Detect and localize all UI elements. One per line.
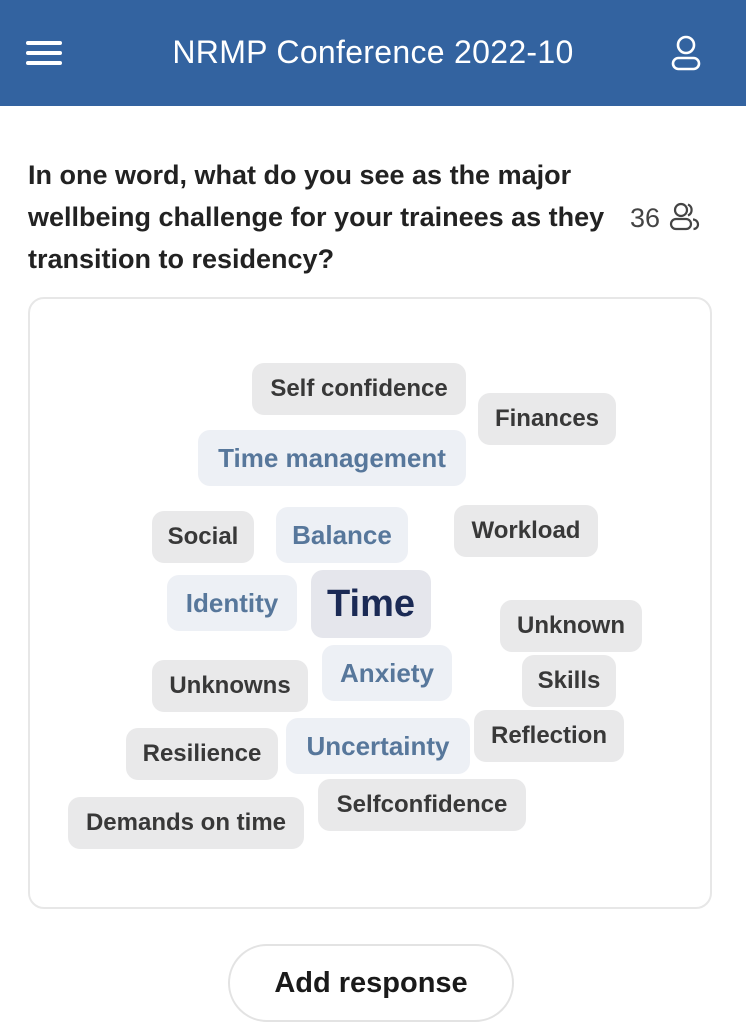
word-cloud-tag: Uncertainty [286,718,470,774]
word-cloud-tag: Time management [198,430,466,486]
word-cloud-tag: Balance [276,507,408,563]
hamburger-menu-icon[interactable] [26,38,62,68]
word-cloud-tag: Reflection [474,710,624,762]
word-cloud-tag: Self confidence [252,363,466,415]
word-cloud-tag: Workload [454,505,598,557]
participant-counter: 36 [630,198,702,238]
app-title: NRMP Conference 2022-10 [172,34,574,70]
word-cloud-tag: Unknowns [152,660,308,712]
word-cloud-tag: Resilience [126,728,278,780]
word-cloud-tag: Demands on time [68,797,304,849]
participant-count: 36 [630,202,661,233]
word-cloud-tag: Time [311,570,431,638]
add-response-button[interactable]: Add response [228,944,514,1022]
app-header: NRMP Conference 2022-10 [0,0,746,106]
user-icon[interactable] [668,34,704,72]
word-cloud: Self confidence Finances Time management… [28,297,712,909]
word-cloud-tag: Identity [167,575,297,631]
word-cloud-tag: Anxiety [322,645,452,701]
word-cloud-tag: Skills [522,655,616,707]
word-cloud-tag: Social [152,511,254,563]
participants-icon [668,200,702,237]
word-cloud-tag: Finances [478,393,616,445]
question-text: In one word, what do you see as the majo… [28,160,605,274]
word-cloud-tag: Selfconfidence [318,779,526,831]
word-cloud-tag: Unknown [500,600,642,652]
